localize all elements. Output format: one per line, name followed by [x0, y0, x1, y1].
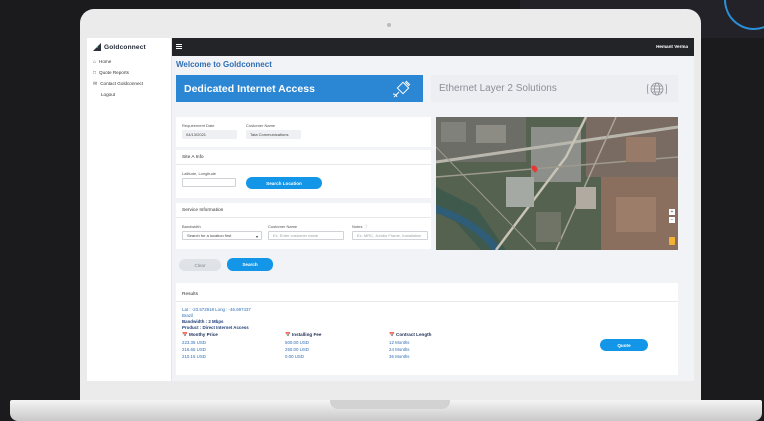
date-label: Requirement Date — [182, 123, 215, 128]
requirement-date-field[interactable]: 04/13/2021 — [182, 130, 237, 139]
clear-button[interactable]: Clear — [179, 259, 221, 271]
app-screen: Goldconnect ⌂ Home □ Quote Reports ✉ Con… — [87, 38, 694, 381]
result-bandwidth: Bandwidth : 2 Mbps — [182, 319, 224, 324]
laptop-notch — [330, 400, 450, 409]
notes-label: Notes ❔ — [352, 224, 369, 229]
service-customer-input[interactable]: Ex. Enter customer name — [268, 231, 344, 240]
menu-icon[interactable] — [176, 44, 182, 49]
home-icon: ⌂ — [93, 58, 97, 65]
requirement-card: Requirement Date 04/13/2021 Customer Nam… — [176, 117, 431, 147]
table-cell: 250.00 USD — [285, 347, 309, 352]
bandwidth-select[interactable]: Search for a location first ▾ — [182, 231, 262, 240]
sidebar: Goldconnect ⌂ Home □ Quote Reports ✉ Con… — [87, 38, 172, 381]
tab-label: Dedicated Internet Access — [184, 82, 315, 95]
tab-label: Ethernet Layer 2 Solutions — [439, 83, 557, 94]
result-product: Product : Direct Internet Access — [182, 325, 249, 330]
sidebar-item-quote-reports[interactable]: □ Quote Reports — [87, 67, 171, 78]
service-card: Service Information Bandwidth Search for… — [176, 203, 431, 249]
search-button[interactable]: Search — [227, 258, 273, 271]
table-cell: 0.00 USD — [285, 354, 305, 359]
sidebar-item-label: Quote Reports — [99, 70, 129, 75]
zoom-in-icon[interactable]: + — [669, 209, 675, 215]
results-card: Results Lat : -23.572918 Long : -46.6974… — [176, 283, 678, 375]
sidebar-item-logout[interactable]: Logout — [87, 89, 171, 100]
quote-button[interactable]: Quote — [600, 339, 648, 351]
result-country: Brazil — [182, 313, 193, 318]
site-a-card: Site A Info Latitude, Longitude Search L… — [176, 150, 431, 198]
calendar-icon: 📅 — [182, 332, 188, 337]
laptop-camera — [387, 23, 391, 27]
sidebar-item-label: Logout — [101, 92, 116, 97]
calendar-icon: 📅 — [389, 332, 395, 337]
column-header-label: Installing Fee — [292, 332, 322, 337]
result-latlong: Lat : -23.572918 Long : -46.697437 — [182, 307, 251, 312]
sidebar-item-home[interactable]: ⌂ Home — [87, 56, 171, 67]
column-header-label: Monthy Price — [189, 332, 218, 337]
sidebar-item-contact[interactable]: ✉ Contact Goldconnect — [87, 78, 171, 89]
tab-dedicated-internet-access[interactable]: Dedicated Internet Access — [176, 75, 423, 102]
globe-icon — [647, 82, 667, 96]
service-title: Service Information — [182, 208, 224, 213]
page-title: Welcome to Goldconnect — [176, 60, 272, 69]
pegman-icon[interactable] — [669, 237, 675, 245]
customer-label: Customer Name — [246, 123, 276, 128]
ethernet-cable-icon — [392, 80, 411, 98]
notes-label-text: Notes — [352, 224, 363, 229]
brand-logo[interactable]: Goldconnect — [87, 38, 171, 56]
service-customer-label: Customer Name — [268, 224, 298, 229]
column-header-installing-fee: 📅 Installing Fee — [285, 332, 321, 338]
brand-name: Goldconnect — [104, 43, 146, 51]
table-cell: 216.65 USD — [182, 347, 206, 352]
results-title: Results — [182, 292, 198, 297]
site-a-title: Site A Info — [182, 155, 204, 160]
divider — [176, 217, 431, 218]
bandwidth-label: Bandwidth — [182, 224, 201, 229]
top-bar: Hemant Verma — [172, 38, 694, 56]
divider — [176, 301, 678, 302]
map-view[interactable]: + − — [436, 117, 678, 250]
chevron-down-icon: ▾ — [255, 234, 258, 239]
table-cell: 223.35 USD — [182, 340, 206, 345]
table-cell: 36 Months — [389, 354, 410, 359]
column-header-label: Contract Length — [396, 332, 432, 337]
tab-ethernet-layer-2[interactable]: Ethernet Layer 2 Solutions — [431, 75, 678, 102]
customer-name-field[interactable]: Tata Communications — [246, 130, 301, 139]
latlong-label: Latitude, Longitude — [182, 171, 217, 176]
search-location-button[interactable]: Search Location — [246, 177, 322, 189]
sidebar-item-label: Contact Goldconnect — [100, 81, 144, 86]
sidebar-item-label: Home — [99, 59, 112, 64]
table-cell: 210.15 USD — [182, 354, 206, 359]
latlong-input[interactable] — [182, 178, 236, 187]
table-cell: 12 Months — [389, 340, 410, 345]
mail-icon: ✉ — [93, 80, 98, 87]
column-header-monthly-price: 📅 Monthy Price — [182, 332, 218, 338]
table-cell: 500.00 USD — [285, 340, 309, 345]
table-cell: 24 Months — [389, 347, 410, 352]
logo-icon — [93, 43, 101, 51]
satellite-map — [436, 117, 678, 250]
bandwidth-value: Search for a location first — [187, 233, 232, 238]
user-name[interactable]: Hemant Verma — [656, 44, 688, 49]
document-icon: □ — [93, 69, 97, 76]
help-icon[interactable]: ❔ — [364, 224, 369, 229]
divider — [176, 164, 431, 165]
column-header-contract-length: 📅 Contract Length — [389, 332, 432, 338]
calendar-icon: 📅 — [285, 332, 291, 337]
zoom-out-icon[interactable]: − — [669, 217, 675, 223]
notes-input[interactable]: Ex. MRC, Jumbo Frame, Installation — [352, 231, 428, 240]
